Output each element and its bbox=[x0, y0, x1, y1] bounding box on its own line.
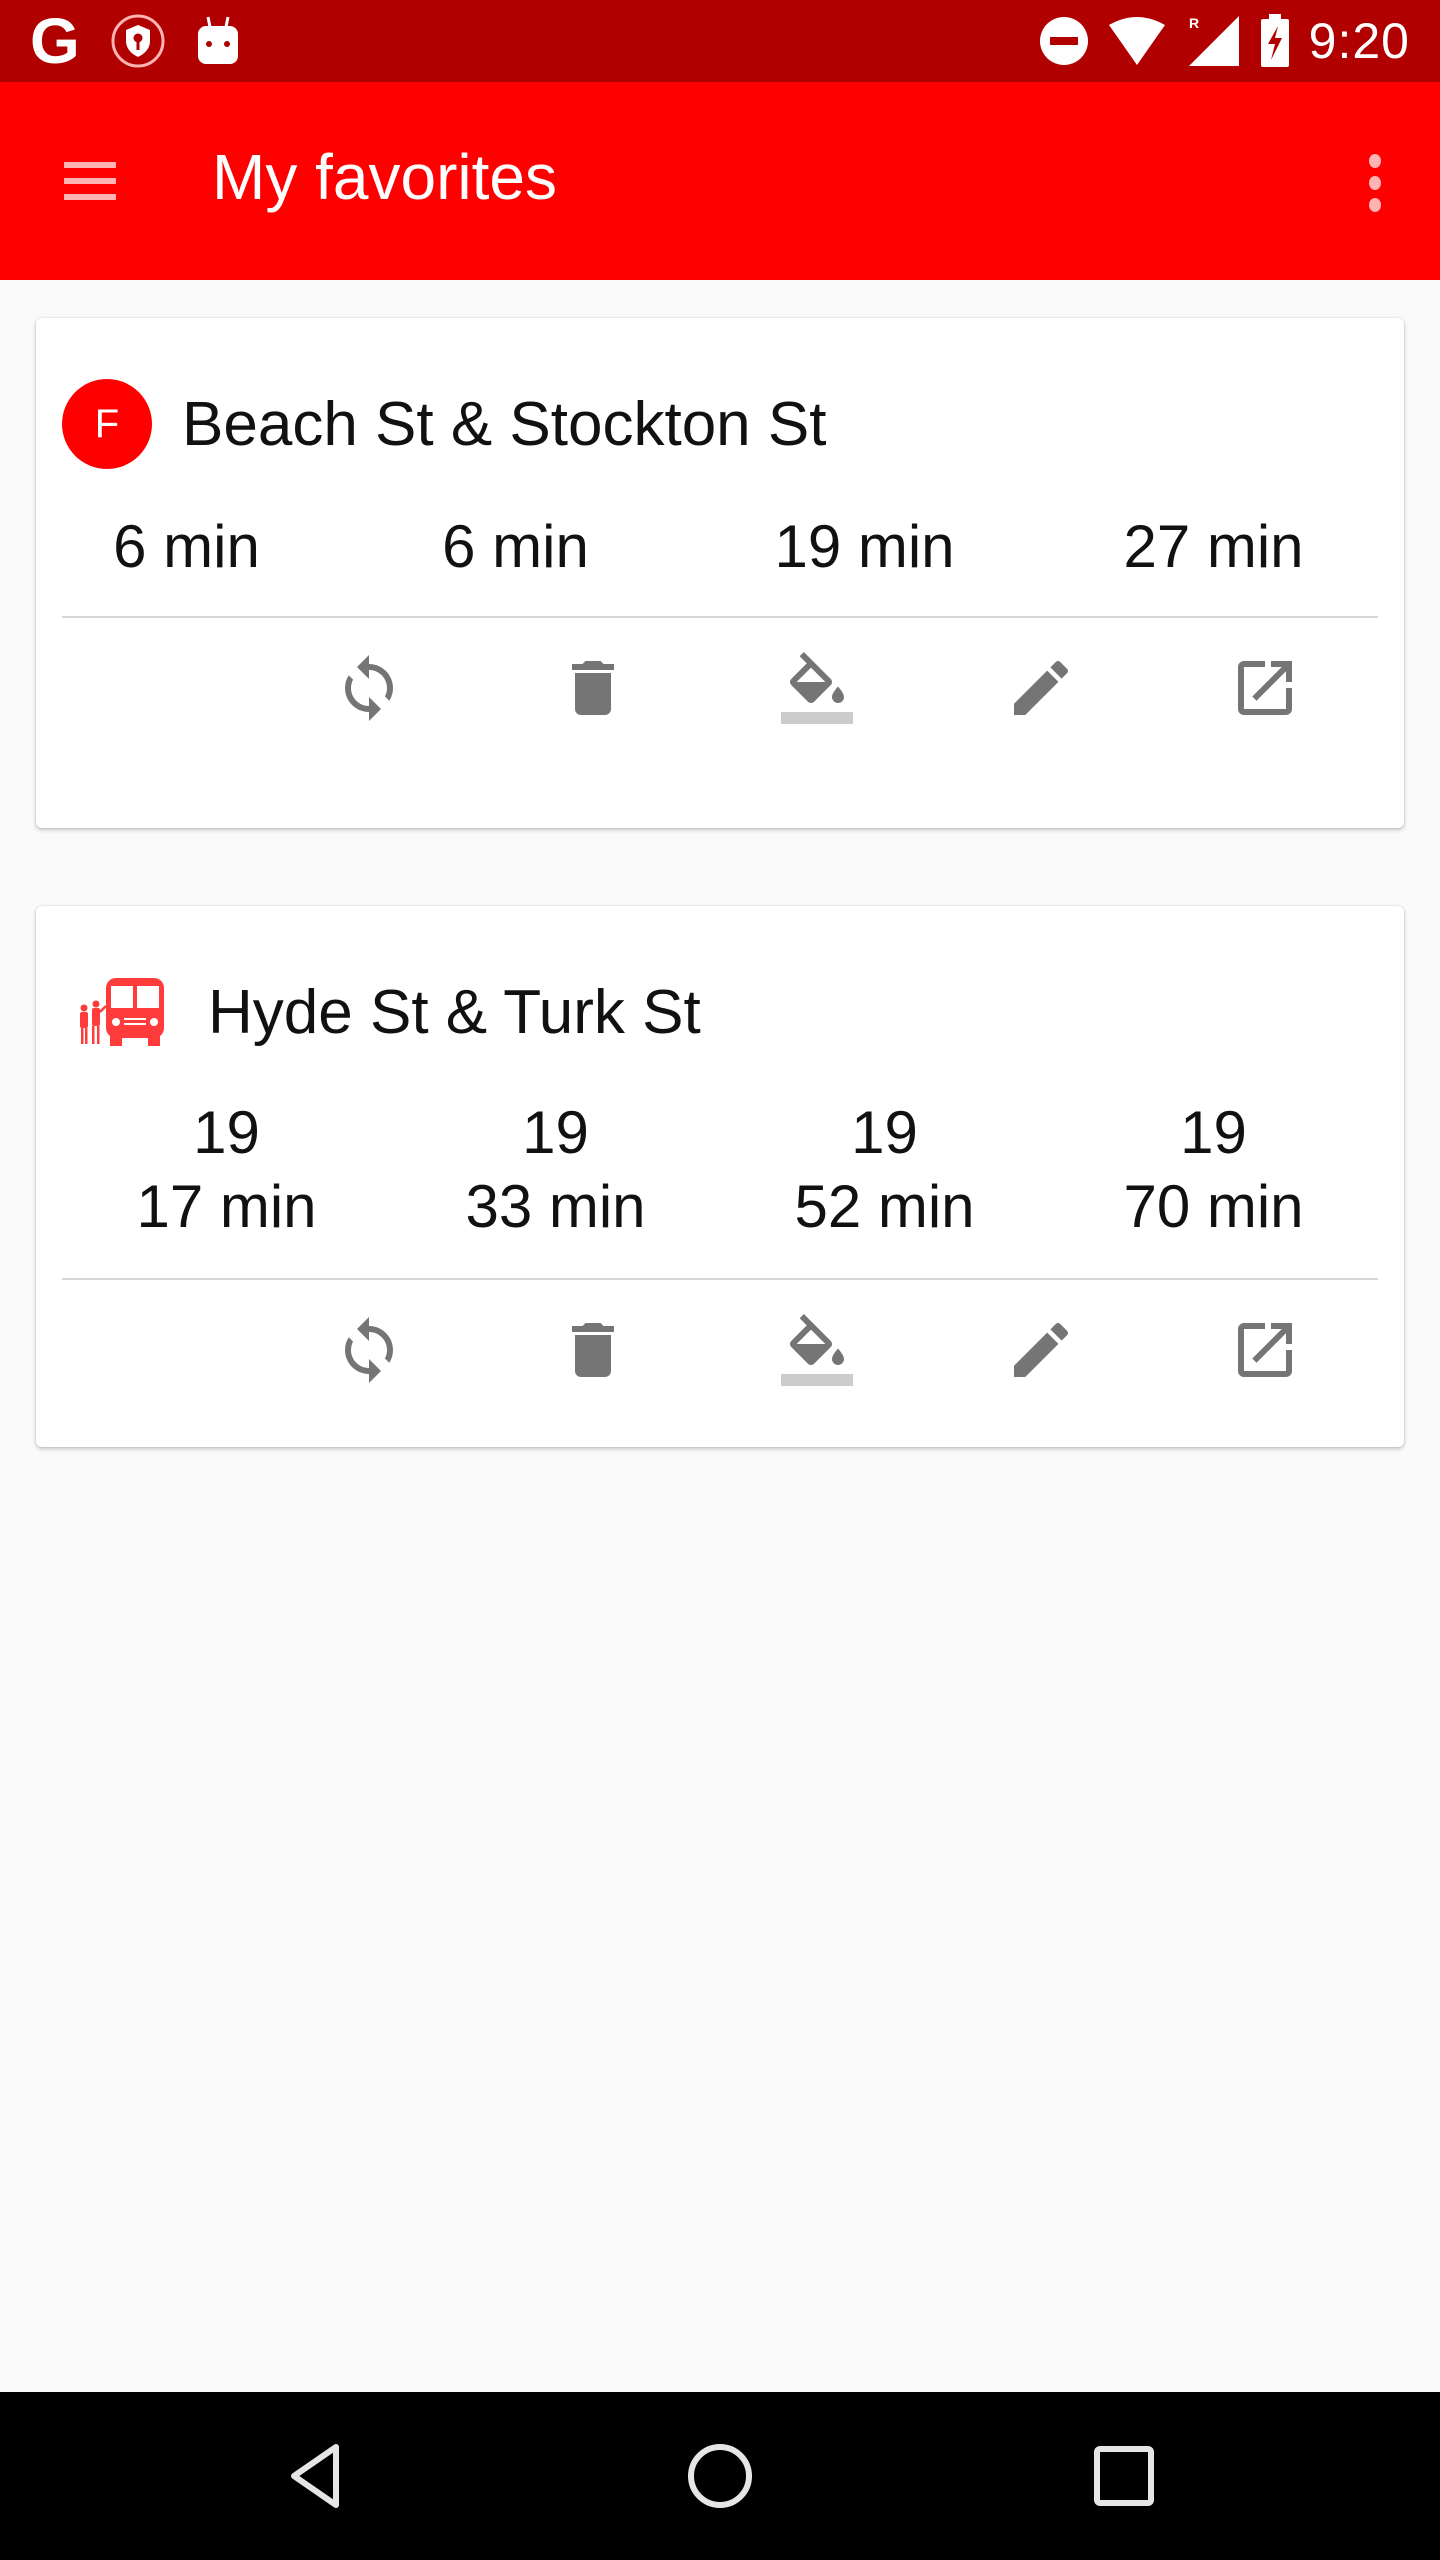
google-icon: G bbox=[30, 5, 80, 77]
arrival-route: 19 bbox=[851, 1099, 918, 1166]
format-color-fill-icon bbox=[781, 652, 853, 724]
divider bbox=[62, 616, 1378, 618]
refresh-icon bbox=[345, 1317, 393, 1383]
arrival-item: 6 min bbox=[351, 510, 680, 584]
roaming-signal-icon: R bbox=[1188, 15, 1239, 66]
card-actions bbox=[36, 1300, 1404, 1400]
refresh-icon bbox=[345, 655, 393, 721]
card-header: F Beach St & Stockton St bbox=[62, 378, 826, 470]
delete-icon bbox=[572, 661, 614, 715]
pencil-icon bbox=[1014, 1322, 1069, 1377]
arrival-eta: 52 min bbox=[794, 1173, 975, 1240]
more-vert-icon[interactable] bbox=[1350, 146, 1400, 222]
do-not-disturb-icon bbox=[1039, 17, 1088, 65]
arrival-item: 19 33 min bbox=[391, 1096, 720, 1244]
status-bar: G R 9:20 bbox=[0, 0, 1440, 82]
delete-button[interactable] bbox=[543, 638, 643, 738]
bus-stop-icon bbox=[80, 978, 164, 1046]
arrival-route: 19 bbox=[522, 1099, 589, 1166]
roaming-label: R bbox=[1189, 15, 1199, 31]
format-color-fill-icon bbox=[781, 1314, 853, 1386]
change-color-button[interactable] bbox=[767, 1300, 867, 1400]
arrival-eta: 33 min bbox=[465, 1173, 646, 1240]
refresh-button[interactable] bbox=[319, 1300, 419, 1400]
arrival-item: 19 52 min bbox=[720, 1096, 1049, 1244]
recents-square-icon bbox=[1094, 2446, 1154, 2506]
delete-button[interactable] bbox=[543, 1300, 643, 1400]
stop-name: Beach St & Stockton St bbox=[182, 389, 827, 459]
battery-charging-icon bbox=[1260, 14, 1289, 67]
vpn-key-shield-icon bbox=[111, 14, 165, 68]
arrival-item: 6 min bbox=[22, 510, 351, 584]
wifi-icon bbox=[1108, 17, 1165, 65]
divider bbox=[62, 1278, 1378, 1280]
stop-name: Hyde St & Turk St bbox=[208, 977, 701, 1047]
refresh-button[interactable] bbox=[319, 638, 419, 738]
arrival-eta: 17 min bbox=[136, 1173, 317, 1240]
nav-home-button[interactable] bbox=[670, 2426, 770, 2526]
arrival-route: 19 bbox=[1180, 1099, 1247, 1166]
arrival-eta: 6 min bbox=[113, 513, 260, 580]
change-color-button[interactable] bbox=[767, 638, 867, 738]
arrival-eta: 70 min bbox=[1123, 1173, 1304, 1240]
arrival-item: 19 17 min bbox=[62, 1096, 391, 1244]
arrival-route: 19 bbox=[193, 1099, 260, 1166]
arrival-item: 19 min bbox=[700, 510, 1029, 584]
arrivals-row: 19 17 min 19 33 min 19 52 min 19 70 min bbox=[62, 1096, 1378, 1244]
back-triangle-icon bbox=[291, 2444, 339, 2508]
arrival-eta: 6 min bbox=[442, 513, 589, 580]
app-bar: My favorites bbox=[0, 82, 1440, 280]
nav-back-button[interactable] bbox=[266, 2426, 366, 2526]
nav-recents-button[interactable] bbox=[1074, 2426, 1174, 2526]
favorite-card[interactable]: F Beach St & Stockton St 6 min 6 min 19 … bbox=[36, 318, 1404, 828]
edit-button[interactable] bbox=[991, 1300, 1091, 1400]
card-actions bbox=[36, 638, 1404, 738]
favorite-card[interactable]: Hyde St & Turk St 19 17 min 19 33 min 19… bbox=[36, 906, 1404, 1447]
arrival-eta: 19 min bbox=[774, 513, 955, 580]
open-external-button[interactable] bbox=[1215, 638, 1315, 738]
card-header: Hyde St & Turk St bbox=[62, 966, 701, 1058]
route-badge: F bbox=[62, 379, 152, 469]
page-title: My favorites bbox=[212, 141, 557, 213]
arrival-eta: 27 min bbox=[1123, 513, 1304, 580]
edit-button[interactable] bbox=[991, 638, 1091, 738]
hamburger-menu-icon[interactable] bbox=[52, 148, 128, 214]
system-nav-bar bbox=[0, 2392, 1440, 2560]
status-time: 9:20 bbox=[1308, 13, 1410, 69]
arrival-item: 19 70 min bbox=[1049, 1096, 1378, 1244]
arrival-item: 27 min bbox=[1049, 510, 1378, 584]
open-in-new-icon bbox=[1238, 661, 1292, 715]
android-notification-icon bbox=[197, 16, 238, 64]
delete-icon bbox=[572, 1323, 614, 1377]
home-circle-icon bbox=[688, 2444, 752, 2508]
arrivals-row: 6 min 6 min 19 min 27 min bbox=[62, 510, 1378, 584]
open-in-new-icon bbox=[1238, 1323, 1292, 1377]
pencil-icon bbox=[1014, 660, 1069, 715]
open-external-button[interactable] bbox=[1215, 1300, 1315, 1400]
